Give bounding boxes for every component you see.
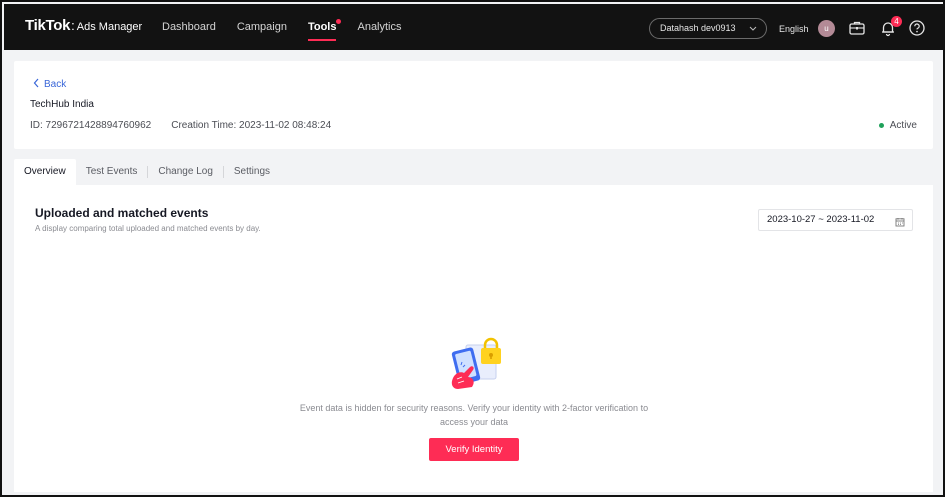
tab-change-log[interactable]: Change Log — [148, 159, 223, 185]
nav-campaign[interactable]: Campaign — [237, 4, 287, 50]
language-switcher[interactable]: English — [779, 24, 809, 34]
logo-main-text: TikTok — [25, 17, 71, 34]
back-link[interactable]: Back — [33, 78, 66, 91]
advertiser-id: ID: 7296721428894760962 — [30, 120, 152, 131]
section-title: Uploaded and matched events — [35, 206, 209, 220]
status-label: Active — [889, 120, 917, 131]
tab-settings[interactable]: Settings — [224, 159, 280, 185]
tab-overview[interactable]: Overview — [14, 159, 76, 185]
logo-separator: : — [71, 18, 75, 33]
main-nav: Dashboard Campaign Tools Analytics — [162, 4, 423, 50]
calendar-icon — [895, 215, 905, 235]
top-navigation-bar: TikTok : Ads Manager Dashboard Campaign … — [4, 4, 945, 50]
date-range-value: 2023-10-27 ~ 2023-11-02 — [767, 214, 875, 225]
nav-dashboard[interactable]: Dashboard — [162, 4, 216, 50]
verify-identity-button[interactable]: Verify Identity — [429, 438, 519, 461]
nav-tools-label: Tools — [307, 21, 337, 33]
app-window: TikTok : Ads Manager Dashboard Campaign … — [0, 0, 945, 497]
status-badge: Active — [878, 120, 917, 131]
advertiser-header-card: Back TechHub India ID: 72967214288947609… — [14, 61, 933, 149]
section-subtitle: A display comparing total uploaded and m… — [35, 224, 261, 233]
tab-test-events[interactable]: Test Events — [76, 159, 148, 185]
chevron-left-icon — [33, 78, 39, 91]
security-hidden-message: Event data is hidden for security reason… — [274, 401, 674, 429]
tiktok-ads-manager-logo[interactable]: TikTok : Ads Manager — [25, 17, 142, 34]
security-message-line-2: access your data — [439, 417, 509, 427]
status-dot — [878, 123, 884, 128]
help-icon[interactable] — [908, 19, 926, 37]
briefcase-icon[interactable] — [848, 19, 866, 37]
avatar[interactable]: u — [818, 20, 835, 37]
nav-analytics[interactable]: Analytics — [357, 4, 401, 50]
logo-sub-text: Ads Manager — [76, 21, 143, 33]
date-range-picker[interactable]: 2023-10-27 ~ 2023-11-02 — [758, 209, 913, 231]
creation-time: Creation Time: 2023-11-02 08:48:24 — [171, 120, 332, 131]
account-selector[interactable]: Datahash dev0913 — [649, 18, 767, 39]
advertiser-name: TechHub India — [30, 99, 94, 110]
nav-tools-new-dot — [336, 19, 342, 24]
security-message-line-1: Event data is hidden for security reason… — [299, 403, 649, 413]
chevron-down-icon — [749, 19, 757, 45]
nav-tools[interactable]: Tools — [307, 4, 342, 50]
overview-panel: Uploaded and matched events A display co… — [14, 185, 933, 492]
account-selector-value: Datahash dev0913 — [660, 23, 736, 33]
back-link-label: Back — [44, 79, 67, 90]
advertiser-meta: ID: 7296721428894760962 Creation Time: 2… — [30, 120, 331, 131]
security-lock-illustration-icon — [446, 337, 502, 393]
detail-tabs: Overview Test Events Change Log Settings — [14, 159, 280, 185]
notification-count-badge: 4 — [891, 16, 902, 27]
